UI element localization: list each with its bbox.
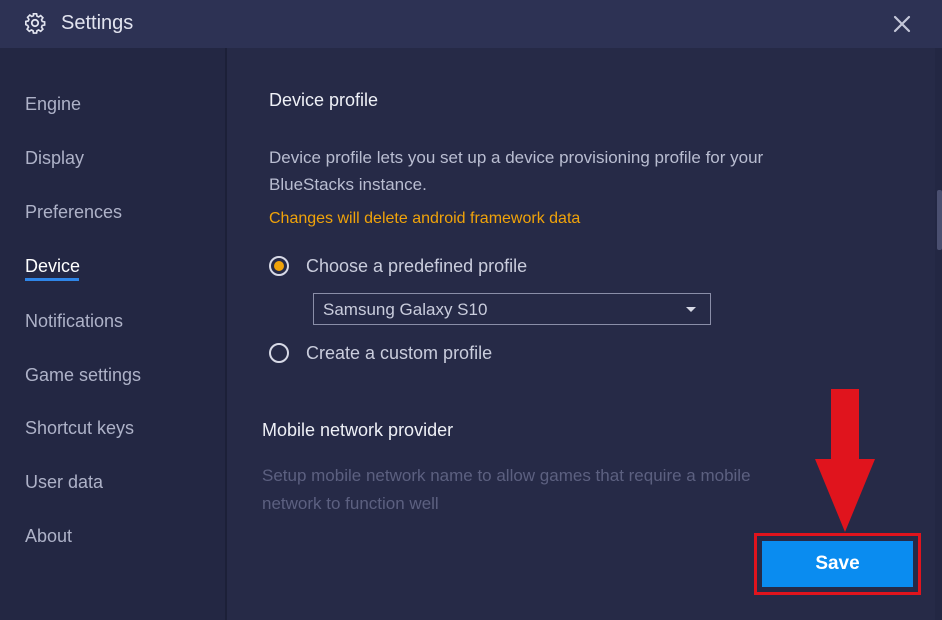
- sidebar-item-device[interactable]: Device: [25, 256, 80, 277]
- network-provider-title: Mobile network provider: [262, 420, 454, 440]
- radio-selected-dot: [274, 261, 284, 271]
- scrollbar-thumb[interactable]: [937, 190, 942, 250]
- title-bar: Settings: [0, 0, 942, 48]
- close-icon[interactable]: [890, 12, 914, 36]
- custom-profile-radio[interactable]: [269, 343, 289, 363]
- window-title: Settings: [61, 12, 134, 34]
- sidebar-item-user-data[interactable]: User data: [25, 472, 103, 493]
- red-down-arrow-annotation: [815, 389, 875, 532]
- sidebar-item-display[interactable]: Display: [25, 148, 84, 169]
- device-profile-description-line-2: BlueStacks instance.: [269, 175, 427, 194]
- sidebar-item-shortcut-keys[interactable]: Shortcut keys: [25, 418, 134, 439]
- sidebar-item-about[interactable]: About: [25, 526, 72, 547]
- warning-text: Changes will delete android framework da…: [269, 210, 581, 227]
- device-profile-description: Device profile lets you set up a device …: [269, 144, 763, 198]
- custom-profile-label[interactable]: Create a custom profile: [306, 343, 492, 364]
- sidebar-item-notifications[interactable]: Notifications: [25, 311, 123, 332]
- predefined-profile-label[interactable]: Choose a predefined profile: [306, 256, 527, 277]
- active-tab-indicator: [25, 278, 79, 281]
- save-button[interactable]: Save: [762, 541, 913, 587]
- network-description-line-1: Setup mobile network name to allow games…: [262, 466, 751, 485]
- gear-icon: [25, 13, 46, 34]
- network-description-line-2: network to function well: [262, 494, 439, 513]
- sidebar-item-preferences[interactable]: Preferences: [25, 202, 122, 223]
- device-profile-description-line-1: Device profile lets you set up a device …: [269, 148, 764, 167]
- sidebar-item-engine[interactable]: Engine: [25, 94, 81, 115]
- profile-dropdown-value: Samsung Galaxy S10: [323, 300, 488, 319]
- chevron-down-icon: [686, 307, 696, 312]
- profile-dropdown[interactable]: Samsung Galaxy S10: [313, 293, 711, 325]
- predefined-profile-radio[interactable]: [269, 256, 289, 276]
- sidebar-item-game-settings[interactable]: Game settings: [25, 365, 141, 386]
- device-profile-title: Device profile: [269, 90, 379, 110]
- network-provider-description: Setup mobile network name to allow games…: [262, 462, 882, 518]
- scrollbar-track[interactable]: [935, 48, 942, 620]
